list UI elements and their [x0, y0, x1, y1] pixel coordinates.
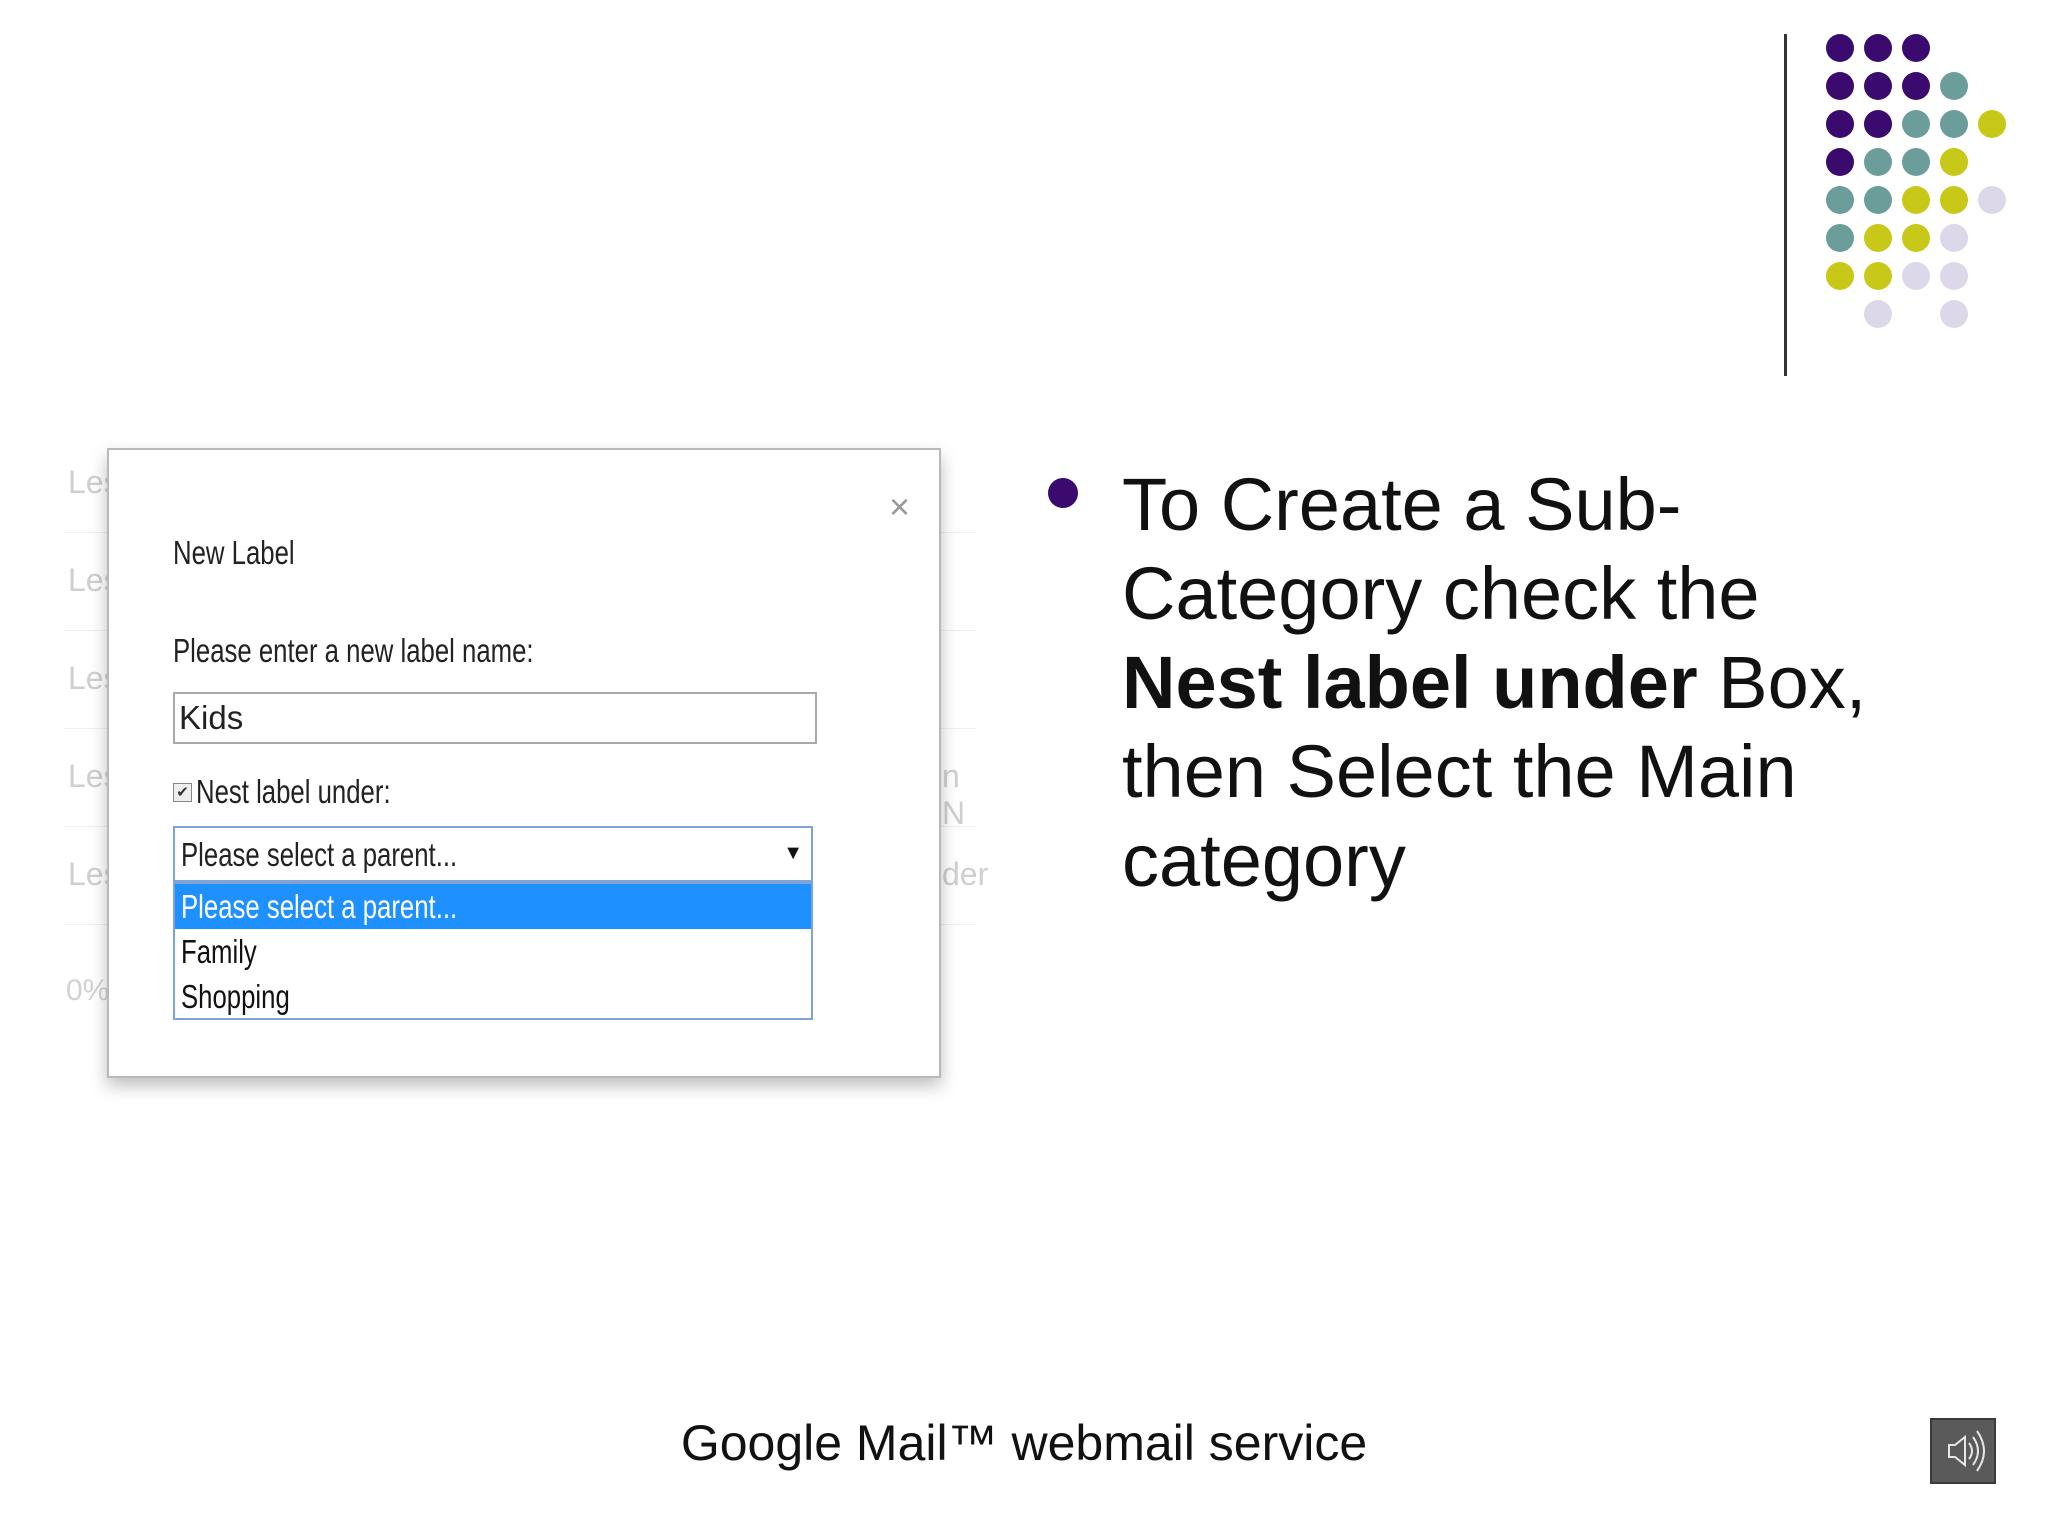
new-label-dialog: × New Label Please enter a new label nam…: [107, 448, 941, 1078]
option-label: Please select a parent...: [181, 888, 458, 925]
decorative-dot: [1864, 300, 1892, 328]
slide-bold-text: Nest label under: [1122, 641, 1698, 724]
bullet-point-icon: [1048, 478, 1078, 508]
speaker-icon[interactable]: [1930, 1418, 1996, 1484]
decorative-dot: [1864, 224, 1892, 252]
slide-footer: Google Mail™ webmail service: [680, 1415, 1368, 1471]
slide-text-line: Box,: [1697, 641, 1867, 724]
slide-text-line: Category check the: [1122, 552, 1760, 635]
decorative-dot: [1902, 34, 1930, 62]
decorative-dot: [1826, 148, 1854, 176]
decorative-dot: [1826, 262, 1854, 290]
decorative-dot: [1978, 186, 2006, 214]
parent-label-select[interactable]: Please select a parent... ▼: [173, 826, 813, 882]
background-row-right-text: n N: [942, 758, 966, 831]
decorative-dot: [1902, 110, 1930, 138]
label-name-prompt: Please enter a new label name:: [173, 632, 534, 669]
decorative-dot: [1902, 262, 1930, 290]
decorative-dot: [1826, 224, 1854, 252]
decorative-dot: [1864, 186, 1892, 214]
slide-text-line: category: [1122, 819, 1406, 902]
nest-label-checkbox[interactable]: ✔: [173, 782, 192, 802]
option-shopping[interactable]: Shopping: [175, 974, 811, 1019]
decorative-dot: [1864, 148, 1892, 176]
decorative-dot: [1864, 262, 1892, 290]
decorative-dot: [1864, 110, 1892, 138]
decorative-dot: [1940, 300, 1968, 328]
decorative-dot: [1940, 148, 1968, 176]
select-value: Please select a parent...: [181, 836, 458, 873]
label-name-input[interactable]: [173, 692, 817, 744]
slide-body-text: To Create a Sub- Category check the Nest…: [1122, 460, 1942, 905]
decorative-dot: [1826, 34, 1854, 62]
decorative-dot-grid: [0, 0, 2048, 400]
background-row-right-text: der: [942, 856, 989, 892]
decorative-dot: [1902, 148, 1930, 176]
decorative-dot: [1902, 186, 1930, 214]
nest-label-row: ✔ Nest label under:: [173, 772, 445, 812]
decorative-dot: [1940, 72, 1968, 100]
option-label: Family: [181, 933, 257, 970]
decorative-dot: [1864, 34, 1892, 62]
slide-text-line: then Select the Main: [1122, 730, 1797, 813]
close-icon[interactable]: ×: [889, 486, 910, 528]
decorative-dot: [1940, 262, 1968, 290]
decorative-dot: [1826, 186, 1854, 214]
decorative-dot: [1826, 110, 1854, 138]
decorative-dot: [1864, 72, 1892, 100]
parent-options-list: Please select a parent... Family Shoppin…: [173, 882, 813, 1020]
option-please-select-parent[interactable]: Please select a parent...: [175, 884, 811, 929]
decorative-dot: [1940, 224, 1968, 252]
decorative-dot: [1826, 72, 1854, 100]
nest-label-text: Nest label under:: [196, 773, 391, 810]
dropdown-arrow-icon: ▼: [783, 842, 803, 864]
slide-text-line: To Create a Sub-: [1122, 463, 1682, 546]
option-family[interactable]: Family: [175, 929, 811, 974]
option-label: Shopping: [181, 978, 290, 1015]
decorative-dot: [1978, 110, 2006, 138]
decorative-dot: [1940, 186, 1968, 214]
vertical-divider: [1784, 34, 1787, 376]
decorative-dot: [1940, 110, 1968, 138]
decorative-dot: [1902, 72, 1930, 100]
dialog-title: New Label: [173, 534, 295, 571]
decorative-dot: [1902, 224, 1930, 252]
